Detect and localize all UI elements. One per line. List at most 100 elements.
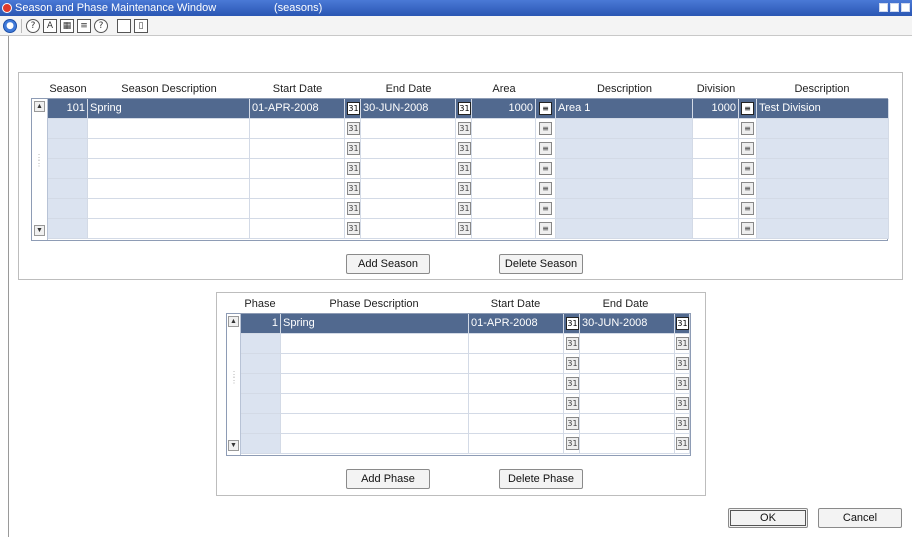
phase-start-date-calendar-icon[interactable]: 31 (566, 417, 579, 430)
start-date-cell[interactable] (250, 179, 345, 199)
phase-cell[interactable] (241, 434, 281, 454)
end-date-cell[interactable] (361, 119, 456, 139)
add-phase-button[interactable]: Add Phase (346, 469, 430, 489)
end-date-calendar-icon[interactable]: 31 (458, 142, 471, 155)
phase-end-date-calendar-icon[interactable]: 31 (676, 397, 689, 410)
table-row[interactable]: 31 31 (241, 434, 690, 454)
start-date-calendar-icon[interactable]: 31 (347, 122, 360, 135)
area-cell[interactable] (472, 199, 536, 219)
phase-cell[interactable] (241, 414, 281, 434)
maximize-icon[interactable] (890, 3, 899, 12)
phase-cell[interactable] (241, 354, 281, 374)
start-date-calendar-icon[interactable]: 31 (347, 222, 360, 235)
phase-description-cell[interactable] (281, 354, 469, 374)
area-list-icon[interactable]: ≡ (539, 222, 552, 235)
scroll-down-icon[interactable]: ▼ (34, 225, 45, 236)
phase-description-cell[interactable] (281, 394, 469, 414)
season-description-cell[interactable] (88, 119, 250, 139)
calendar-icon[interactable]: ▦ (60, 19, 74, 33)
phase-end-date-cell[interactable]: 30-JUN-2008 (580, 314, 675, 334)
phase-start-date-calendar-icon[interactable]: 31 (566, 437, 579, 450)
phase-start-date-calendar-icon[interactable]: 31 (566, 397, 579, 410)
scroll-grip-icon[interactable]: ⋮ ⋮ (230, 371, 238, 390)
end-date-cell[interactable] (361, 139, 456, 159)
area-list-icon[interactable]: ≡ (539, 102, 552, 115)
scroll-up-icon[interactable]: ▲ (228, 316, 239, 327)
phase-cell[interactable] (241, 374, 281, 394)
division-cell[interactable] (693, 159, 739, 179)
info-icon[interactable]: ? (94, 19, 108, 33)
season-description-cell[interactable] (88, 139, 250, 159)
area-list-icon[interactable]: ≡ (539, 182, 552, 195)
end-date-cell[interactable] (361, 159, 456, 179)
season-table-scrollbar[interactable]: ▲ ⋮ ⋮ ▼ (32, 99, 48, 240)
start-date-calendar-icon[interactable]: 31 (347, 142, 360, 155)
scroll-grip-icon[interactable]: ⋮ ⋮ (35, 154, 43, 173)
start-date-calendar-icon[interactable]: 31 (347, 102, 360, 115)
phase-start-date-cell[interactable]: 01-APR-2008 (469, 314, 564, 334)
start-date-calendar-icon[interactable]: 31 (347, 182, 360, 195)
table-row[interactable]: 31 31 ≡ ≡ (48, 199, 889, 219)
phase-end-date-calendar-icon[interactable]: 31 (676, 417, 689, 430)
end-date-calendar-icon[interactable]: 31 (458, 162, 471, 175)
phase-end-date-cell[interactable] (580, 334, 675, 354)
phase-cell[interactable] (241, 394, 281, 414)
division-list-icon[interactable]: ≡ (741, 162, 754, 175)
phase-end-date-calendar-icon[interactable]: 31 (676, 357, 689, 370)
area-cell[interactable] (472, 159, 536, 179)
phase-cell[interactable]: 1 (241, 314, 281, 334)
table-row[interactable]: 101 Spring 01-APR-2008 31 30-JUN-2008 31 1000 ≡… (48, 99, 889, 119)
division-cell[interactable]: 1000 (693, 99, 739, 119)
start-date-cell[interactable] (250, 219, 345, 239)
scroll-down-icon[interactable]: ▼ (228, 440, 239, 451)
phase-description-cell[interactable] (281, 374, 469, 394)
season-cell[interactable] (48, 199, 88, 219)
ok-button[interactable]: OK (728, 508, 808, 528)
end-date-cell[interactable]: 30-JUN-2008 (361, 99, 456, 119)
phase-end-date-cell[interactable] (580, 414, 675, 434)
season-cell[interactable] (48, 179, 88, 199)
start-date-cell[interactable] (250, 199, 345, 219)
area-list-icon[interactable]: ≡ (539, 162, 552, 175)
division-cell[interactable] (693, 179, 739, 199)
restore-icon[interactable] (901, 3, 910, 12)
season-cell[interactable] (48, 119, 88, 139)
delete-phase-button[interactable]: Delete Phase (499, 469, 583, 489)
season-description-cell[interactable] (88, 179, 250, 199)
phase-start-date-calendar-icon[interactable]: 31 (566, 377, 579, 390)
end-date-cell[interactable] (361, 179, 456, 199)
start-date-cell[interactable] (250, 119, 345, 139)
table-row[interactable]: 31 31 (241, 354, 690, 374)
window-close-icon[interactable] (2, 3, 12, 13)
start-date-cell[interactable] (250, 159, 345, 179)
division-cell[interactable] (693, 219, 739, 239)
phase-end-date-calendar-icon[interactable]: 31 (676, 337, 689, 350)
table-row[interactable]: 31 31 ≡ ≡ (48, 179, 889, 199)
area-list-icon[interactable]: ≡ (539, 142, 552, 155)
division-list-icon[interactable]: ≡ (741, 202, 754, 215)
phase-start-date-cell[interactable] (469, 394, 564, 414)
phase-start-date-cell[interactable] (469, 414, 564, 434)
season-cell[interactable]: 101 (48, 99, 88, 119)
phase-cell[interactable] (241, 334, 281, 354)
phase-start-date-cell[interactable] (469, 334, 564, 354)
start-date-calendar-icon[interactable]: 31 (347, 162, 360, 175)
start-date-cell[interactable] (250, 139, 345, 159)
scroll-up-icon[interactable]: ▲ (34, 101, 45, 112)
phase-start-date-cell[interactable] (469, 354, 564, 374)
season-cell[interactable] (48, 159, 88, 179)
delete-season-button[interactable]: Delete Season (499, 254, 583, 274)
add-season-button[interactable]: Add Season (346, 254, 430, 274)
table-row[interactable]: 31 31 ≡ ≡ (48, 159, 889, 179)
area-cell[interactable] (472, 219, 536, 239)
phase-end-date-calendar-icon[interactable]: 31 (676, 377, 689, 390)
end-date-calendar-icon[interactable]: 31 (458, 222, 471, 235)
division-list-icon[interactable]: ≡ (741, 142, 754, 155)
start-date-calendar-icon[interactable]: 31 (347, 202, 360, 215)
phase-start-date-calendar-icon[interactable]: 31 (566, 317, 579, 330)
phase-start-date-calendar-icon[interactable]: 31 (566, 337, 579, 350)
area-list-icon[interactable]: ≡ (539, 122, 552, 135)
table-row[interactable]: 31 31 (241, 414, 690, 434)
phase-description-cell[interactable] (281, 434, 469, 454)
end-date-calendar-icon[interactable]: 31 (458, 102, 471, 115)
